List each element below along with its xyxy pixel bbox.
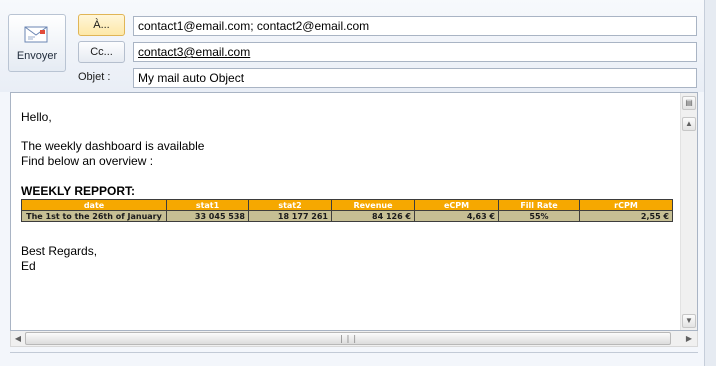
header-cell: eCPM bbox=[414, 199, 499, 211]
subject-field[interactable]: My mail auto Object bbox=[133, 68, 697, 88]
cc-field[interactable]: contact3@email.com bbox=[133, 42, 697, 62]
arrow-up-icon[interactable]: ▲ bbox=[682, 117, 696, 131]
table-cell: 84 126 € bbox=[331, 210, 415, 222]
header-cell: Revenue bbox=[331, 199, 415, 211]
table-cell: The 1st to the 26th of January bbox=[21, 210, 167, 222]
to-field[interactable]: contact1@email.com; contact2@email.com bbox=[133, 16, 697, 36]
scrollbar-thumb[interactable]: ❘❘❘ bbox=[25, 332, 671, 345]
to-button[interactable]: À... bbox=[78, 14, 125, 36]
envelope-icon bbox=[23, 24, 51, 46]
header-cell: stat1 bbox=[166, 199, 249, 211]
greeting-text: Hello, bbox=[21, 110, 52, 124]
table-cell: 2,55 € bbox=[579, 210, 673, 222]
table-row: The 1st to the 26th of January 33 045 53… bbox=[21, 210, 673, 222]
send-button[interactable]: Envoyer bbox=[8, 14, 66, 72]
cc-button[interactable]: Cc... bbox=[78, 41, 125, 63]
table-cell: 33 045 538 bbox=[166, 210, 249, 222]
pane-split-icon[interactable]: ▤ bbox=[682, 96, 696, 110]
cc-recipient[interactable]: contact3@email.com bbox=[138, 45, 250, 59]
closing-text: Best Regards, bbox=[21, 244, 98, 258]
report-title: WEEKLY REPPORT: bbox=[21, 184, 136, 198]
table-header-row: date stat1 stat2 Revenue eCPM Fill Rate … bbox=[21, 199, 673, 211]
table-cell: 55% bbox=[498, 210, 580, 222]
header-cell: stat2 bbox=[248, 199, 332, 211]
signature-text: Ed bbox=[21, 259, 36, 273]
arrow-right-icon[interactable]: ▶ bbox=[683, 333, 695, 345]
table-cell: 18 177 261 bbox=[248, 210, 332, 222]
subject-label: Objet : bbox=[78, 71, 111, 83]
header-cell: rCPM bbox=[579, 199, 673, 211]
body-line-2: Find below an overview : bbox=[21, 154, 154, 168]
message-body[interactable]: Hello, The weekly dashboard is available… bbox=[10, 92, 698, 331]
window-edge bbox=[704, 0, 716, 366]
weekly-report-table: date stat1 stat2 Revenue eCPM Fill Rate … bbox=[21, 199, 673, 222]
header-cell: date bbox=[21, 199, 167, 211]
bottom-divider bbox=[10, 352, 698, 357]
horizontal-scrollbar[interactable]: ◀ ❘❘❘ ▶ bbox=[10, 331, 698, 347]
send-label: Envoyer bbox=[16, 50, 58, 62]
table-cell: 4,63 € bbox=[414, 210, 499, 222]
header-cell: Fill Rate bbox=[498, 199, 580, 211]
body-line-1: The weekly dashboard is available bbox=[21, 139, 205, 153]
arrow-left-icon[interactable]: ◀ bbox=[12, 333, 24, 345]
arrow-down-icon[interactable]: ▼ bbox=[682, 314, 696, 328]
vertical-scrollbar[interactable]: ▤ ▲ ▼ bbox=[680, 93, 697, 330]
